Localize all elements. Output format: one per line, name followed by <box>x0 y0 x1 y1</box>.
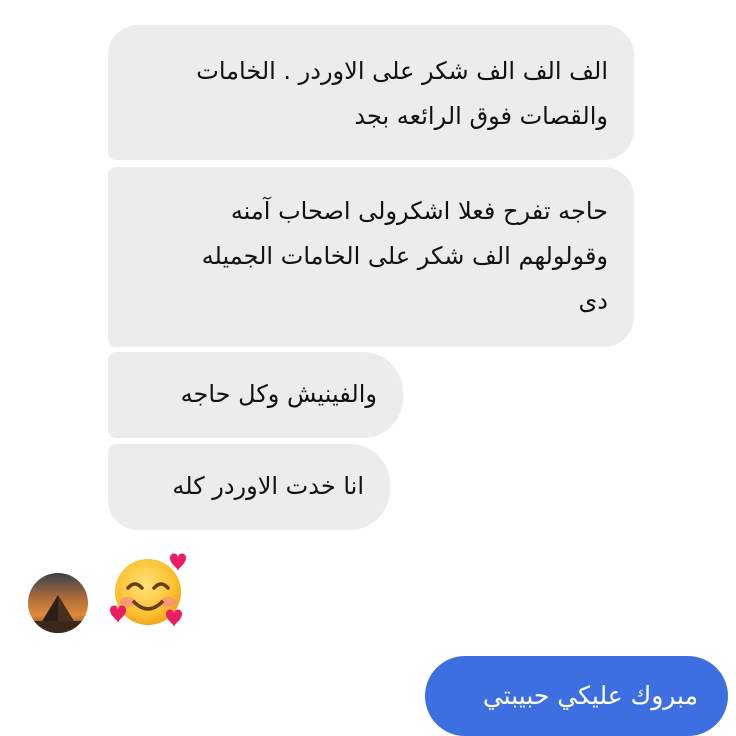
message-text-line: انا خدت الاوردر كله <box>172 472 364 500</box>
contact-avatar-image <box>28 573 88 633</box>
incoming-message-bubble[interactable]: الف الف الف شكر على الاوردر . الخامات وا… <box>108 25 634 160</box>
message-text-line: الف الف الف شكر على الاوردر . الخامات <box>196 57 608 85</box>
incoming-message-bubble[interactable]: حاجه تفرح فعلا اشكرولى اصحاب آمنه وقولول… <box>108 167 634 347</box>
message-text-line: مبروك عليكي حبيبتي <box>482 681 698 710</box>
smiling-face-with-hearts-icon <box>108 550 190 632</box>
outgoing-message-bubble[interactable]: مبروك عليكي حبيبتي <box>425 656 728 736</box>
message-text-line: دى <box>578 287 608 315</box>
contact-avatar[interactable] <box>28 573 88 633</box>
message-text-line: حاجه تفرح فعلا اشكرولى اصحاب آمنه <box>230 197 608 225</box>
message-text-line: والقصات فوق الرائعه بجد <box>354 102 608 130</box>
incoming-message-bubble[interactable]: انا خدت الاوردر كله <box>108 444 390 530</box>
message-text-line: والفينيش وكل حاجه <box>180 380 377 408</box>
incoming-message-bubble[interactable]: والفينيش وكل حاجه <box>108 352 403 438</box>
message-text-line: وقولولهم الف شكر على الخامات الجميله <box>201 242 608 270</box>
